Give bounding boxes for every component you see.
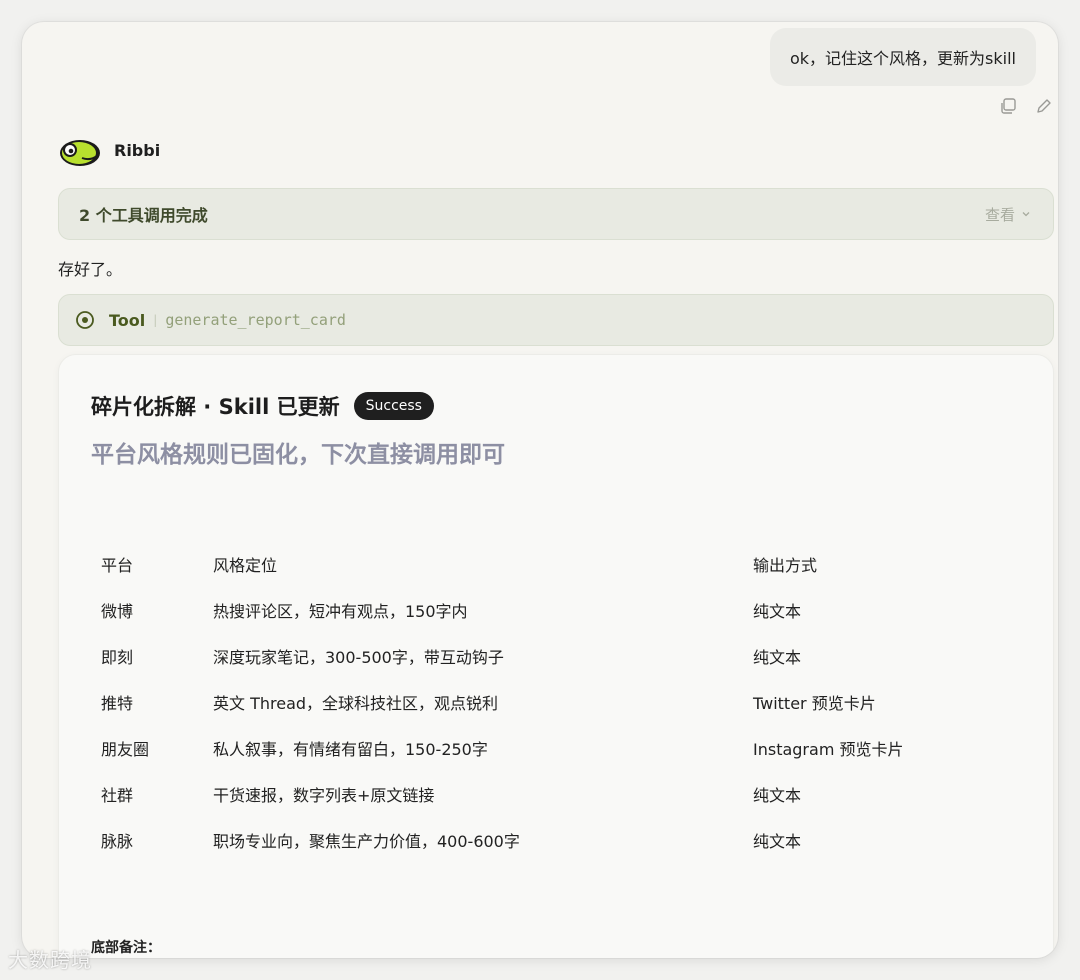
footer-note: 底部备注：	[91, 940, 161, 956]
table-cell: 职场专业向，聚焦生产力价值，400-600字	[213, 832, 520, 851]
table-cell: 推特	[101, 694, 134, 713]
edit-icon[interactable]	[1034, 96, 1054, 116]
table-cell: 干货速报，数字列表+原文链接	[213, 786, 435, 805]
table-cell: 脉脉	[101, 832, 134, 851]
table-row: 即刻 深度玩家笔记，300-500字，带互动钩子 纯文本	[101, 633, 1001, 679]
tools-summary-bar[interactable]: 2 个工具调用完成 查看	[58, 188, 1054, 240]
table-cell: 纯文本	[753, 786, 802, 805]
table-cell: 私人叙事，有情绪有留白，150-250字	[213, 740, 488, 759]
table-header: 风格定位	[213, 556, 278, 575]
table-cell: 即刻	[101, 648, 134, 667]
status-badge: Success	[353, 392, 434, 420]
table-cell: 纯文本	[753, 832, 802, 851]
table-cell: 深度玩家笔记，300-500字，带互动钩子	[213, 648, 504, 667]
table-cell: 英文 Thread，全球科技社区，观点锐利	[213, 694, 499, 713]
assistant-reply-text: 存好了。	[58, 260, 123, 279]
view-button[interactable]: 查看	[985, 204, 1031, 225]
chat-window: ok，记住这个风格，更新为skill Ribbi 2 个工具调用完成 查看 存好…	[22, 22, 1058, 958]
table-cell: Twitter 预览卡片	[753, 694, 876, 713]
user-message-bubble: ok，记住这个风格，更新为skill	[770, 28, 1036, 86]
table-row: 推特 英文 Thread，全球科技社区，观点锐利 Twitter 预览卡片	[101, 679, 1001, 725]
tool-label: Tool	[109, 310, 146, 330]
card-title-row: 碎片化拆解 · Skill 已更新 Success	[91, 391, 434, 421]
table-header: 平台	[101, 556, 134, 575]
table-cell: 纯文本	[753, 648, 802, 667]
table-cell: 社群	[101, 786, 134, 805]
user-message-text: ok，记住这个风格，更新为skill	[790, 49, 1016, 68]
table-header: 输出方式	[753, 556, 818, 575]
table-row: 社群 干货速报，数字列表+原文链接 纯文本	[101, 771, 1001, 817]
tool-status-icon	[76, 311, 94, 329]
platform-table: 平台 风格定位 输出方式 微博 热搜评论区，短冲有观点，150字内 纯文本 即刻…	[101, 541, 1001, 863]
table-cell: Instagram 预览卡片	[753, 740, 904, 759]
chevron-down-icon	[1022, 212, 1030, 217]
watermark-logo: 大数跨境	[8, 948, 92, 972]
table-row: 微博 热搜评论区，短冲有观点，150字内 纯文本	[101, 587, 1001, 633]
table-header-row: 平台 风格定位 输出方式	[101, 541, 1001, 587]
copy-icon[interactable]	[998, 96, 1018, 116]
frog-avatar-icon	[60, 140, 100, 166]
assistant-header: Ribbi	[58, 132, 160, 168]
tools-summary-label: 2 个工具调用完成	[79, 206, 208, 225]
table-cell: 纯文本	[753, 602, 802, 621]
table-row: 朋友圈 私人叙事，有情绪有留白，150-250字 Instagram 预览卡片	[101, 725, 1001, 771]
tool-separator: |	[153, 313, 158, 327]
table-row: 脉脉 职场专业向，聚焦生产力价值，400-600字 纯文本	[101, 817, 1001, 863]
report-card: 碎片化拆解 · Skill 已更新 Success 平台风格规则已固化，下次直接…	[58, 354, 1054, 958]
view-label: 查看	[984, 205, 1015, 224]
table-cell: 微博	[101, 602, 134, 621]
message-actions	[998, 96, 1054, 116]
card-title: 碎片化拆解 · Skill 已更新	[91, 395, 340, 419]
assistant-name: Ribbi	[114, 140, 161, 160]
table-cell: 朋友圈	[101, 740, 150, 759]
table-cell: 热搜评论区，短冲有观点，150字内	[213, 602, 468, 621]
tool-call-row[interactable]: Tool | generate_report_card	[58, 294, 1054, 346]
tool-name: generate_report_card	[165, 311, 346, 329]
card-subtitle: 平台风格规则已固化，下次直接调用即可	[91, 442, 505, 468]
